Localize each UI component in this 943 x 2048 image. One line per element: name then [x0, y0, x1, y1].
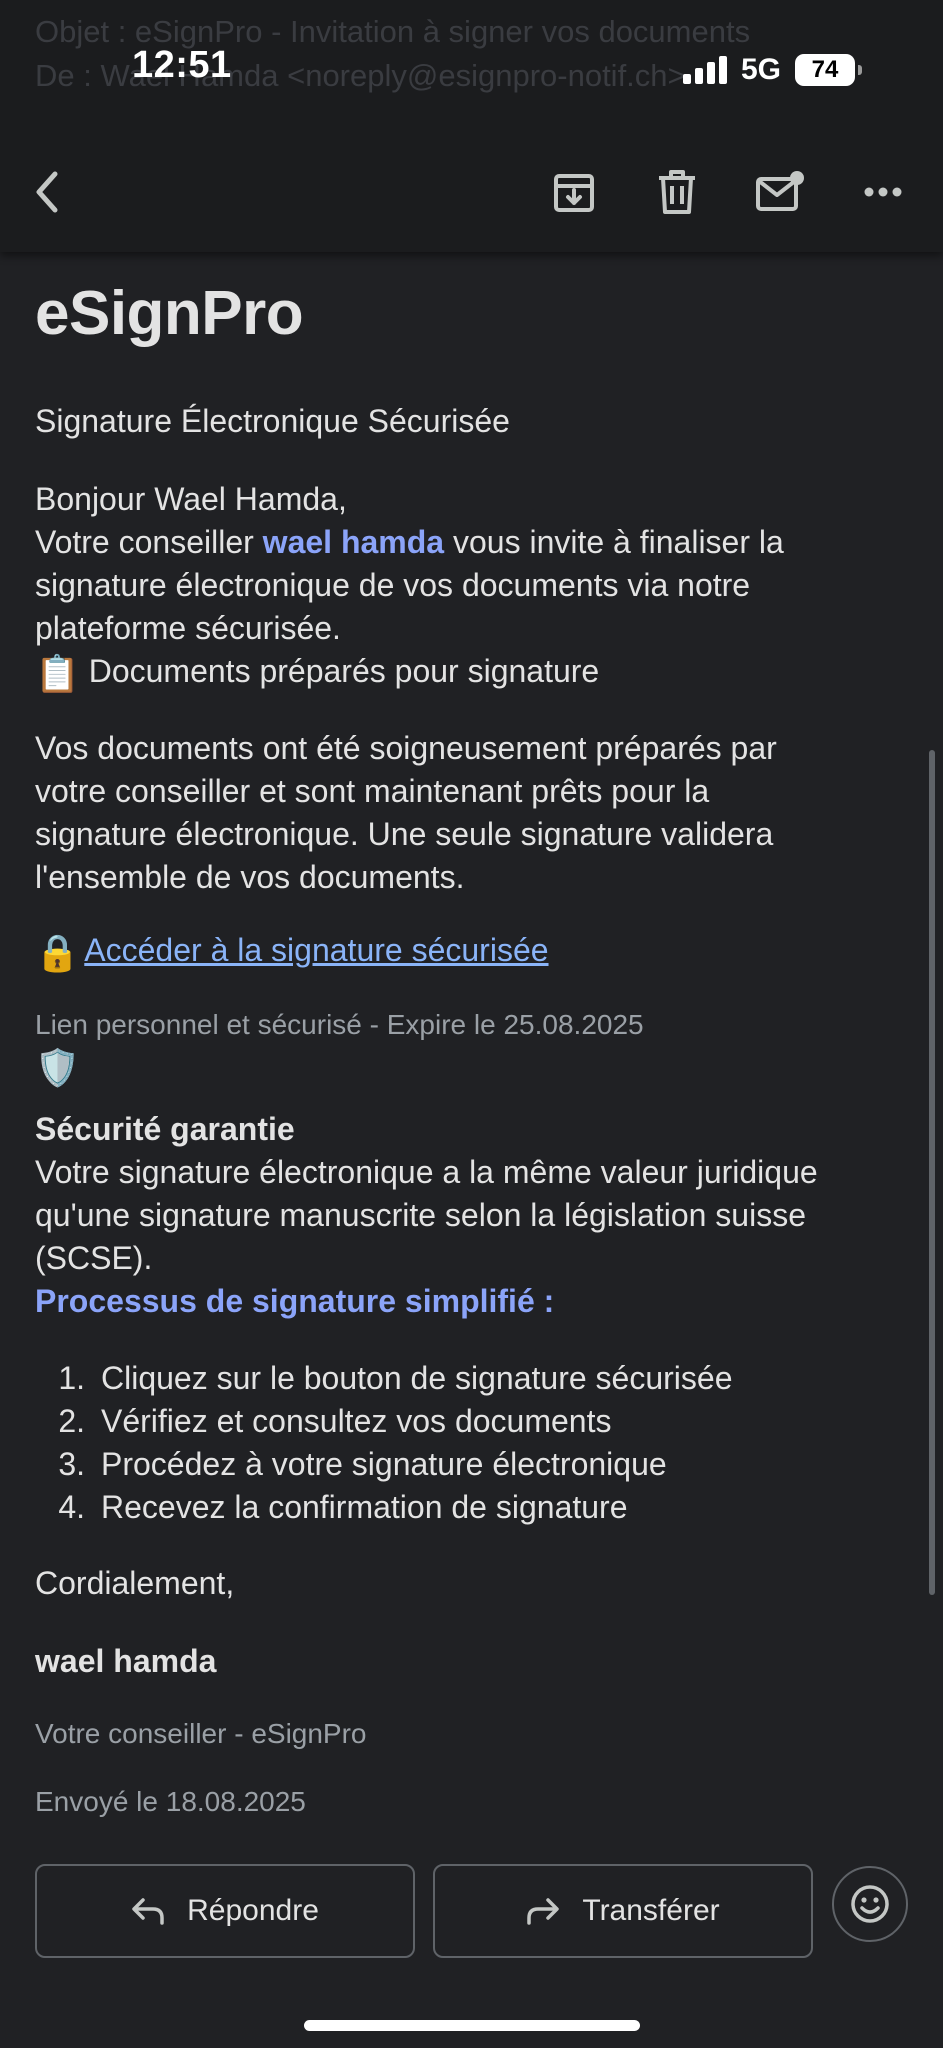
- security-line-3: (SCSE).: [35, 1240, 153, 1276]
- list-item: 4. Recevez la confirmation de signature: [58, 1489, 628, 1525]
- documents-heading-label: Documents préparés pour signature: [88, 653, 600, 689]
- lock-icon: 🔒: [35, 932, 80, 973]
- archive-button[interactable]: [544, 162, 604, 222]
- link-expiry-note: Lien personnel et sécurisé - Expire le 2…: [35, 1009, 644, 1040]
- para-line-4: l'ensemble de vos documents.: [35, 859, 465, 895]
- list-item: 1. Cliquez sur le bouton de signature séc…: [58, 1360, 733, 1396]
- smiley-icon: [851, 1885, 889, 1923]
- scrollbar[interactable]: [929, 750, 935, 1595]
- security-badge: 🛡️: [35, 1048, 80, 1088]
- shield-icon: 🛡️: [35, 1047, 80, 1088]
- reply-label: Répondre: [187, 1894, 319, 1927]
- battery-level: 74: [811, 56, 839, 83]
- status-indicators: 5G 74: [682, 50, 862, 90]
- emoji-reaction-button[interactable]: [832, 1866, 908, 1942]
- para-line-2: votre conseiller et sont maintenant prêt…: [35, 773, 710, 809]
- signature-name: wael hamda: [35, 1643, 217, 1679]
- mail-unread-icon: [756, 171, 804, 211]
- intro-line-3: plateforme sécurisée.: [35, 610, 341, 646]
- clipboard-icon: 📋: [35, 653, 80, 694]
- para-line-1: Vos documents ont été soigneusement prép…: [35, 730, 777, 766]
- back-button[interactable]: [18, 162, 78, 222]
- signature-link[interactable]: 🔒 Accéder à la signature sécurisée: [35, 932, 549, 973]
- list-item: 2. Vérifiez et consultez vos documents: [58, 1403, 612, 1439]
- process-heading: Processus de signature simplifié :: [35, 1283, 555, 1319]
- email-screen: Objet : eSignPro - Invitation à signer v…: [0, 0, 943, 2048]
- delete-button[interactable]: [647, 162, 707, 222]
- trash-icon: [659, 170, 695, 214]
- more-button[interactable]: [853, 162, 913, 222]
- signature-link-label[interactable]: Accéder à la signature sécurisée: [84, 932, 548, 968]
- forward-button[interactable]: Transférer: [433, 1864, 813, 1958]
- documents-heading: 📋 Documents préparés pour signature: [35, 650, 599, 694]
- advisor-name: wael hamda: [262, 524, 445, 560]
- para-line-3: signature électronique. Une seule signat…: [35, 816, 774, 852]
- chevron-left-icon: [36, 171, 58, 213]
- closing: Cordialement,: [35, 1565, 235, 1601]
- security-line-1: Votre signature électronique a la même v…: [35, 1154, 818, 1190]
- forward-icon: [527, 1898, 560, 1925]
- security-heading: Sécurité garantie: [35, 1111, 295, 1147]
- network-type: 5G: [740, 53, 781, 86]
- status-time: 12:51: [132, 44, 232, 86]
- home-indicator[interactable]: [304, 2020, 640, 2031]
- archive-icon: [554, 174, 594, 212]
- intro-line-2: signature électronique de vos documents …: [35, 567, 751, 603]
- top-bar: Objet : eSignPro - Invitation à signer v…: [0, 0, 943, 252]
- intro-line-1: Votre conseiller wael hamda vous invite …: [35, 521, 784, 564]
- greeting: Bonjour Wael Hamda,: [35, 481, 347, 517]
- mark-unread-button[interactable]: [750, 162, 810, 222]
- security-line-2: qu'une signature manuscrite selon la lég…: [35, 1197, 806, 1233]
- intro-pre: Votre conseiller: [35, 524, 263, 560]
- forward-label: Transférer: [582, 1894, 720, 1927]
- reply-icon: [132, 1898, 164, 1925]
- reply-button[interactable]: Répondre: [35, 1864, 415, 1958]
- tagline: Signature Électronique Sécurisée: [35, 403, 510, 439]
- more-horizontal-icon: [864, 187, 902, 197]
- sent-date: Envoyé le 18.08.2025: [35, 1786, 306, 1817]
- brand-title: eSignPro: [35, 279, 304, 348]
- signature-role: Votre conseiller - eSignPro: [35, 1718, 367, 1749]
- list-item: 3. Procédez à votre signature électroniqu…: [58, 1446, 667, 1482]
- battery-icon: 74: [795, 54, 862, 86]
- signal-icon: [682, 56, 727, 84]
- intro-post: vous invite à finaliser la: [444, 524, 784, 560]
